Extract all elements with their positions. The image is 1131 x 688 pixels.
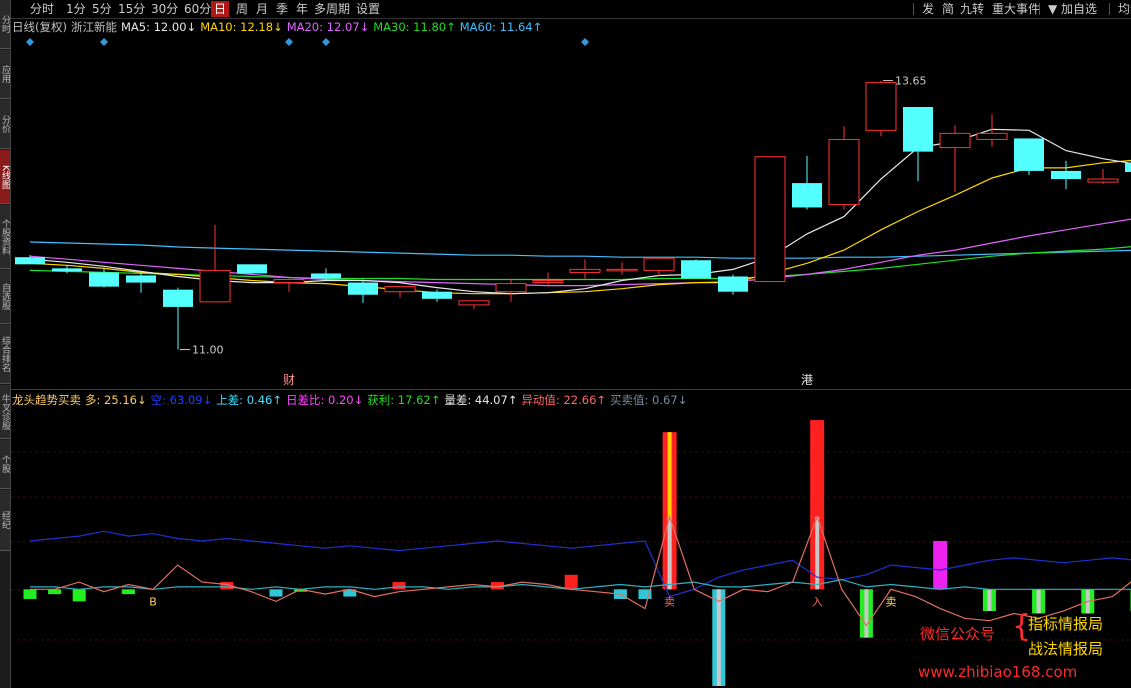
overlay-bar	[987, 589, 992, 612]
yidong-line	[30, 514, 1131, 627]
overlay-bar	[667, 516, 672, 590]
indicator-bar	[392, 582, 406, 590]
overlay-bar	[864, 589, 869, 638]
signal-label: 卖	[886, 595, 897, 608]
watermark-name-2: 战法情报局	[1028, 640, 1104, 658]
watermark-name-1: 指标情报局	[1028, 615, 1104, 633]
shangcha-line	[30, 578, 1131, 590]
signal-label: 卖	[664, 595, 675, 608]
indicator-bar	[269, 589, 283, 597]
indicator-bar	[72, 589, 86, 602]
magenta-bar	[933, 540, 948, 590]
signal-label: 入	[812, 595, 823, 608]
overlay-bar	[716, 589, 721, 686]
indicator-bar	[121, 589, 135, 595]
indicator-bar	[23, 589, 37, 599]
overlay-bar	[1036, 589, 1041, 614]
indicator-bar	[48, 589, 62, 595]
watermark-site: www.zhibiao168.com	[918, 663, 1078, 681]
overlay-bar	[815, 516, 820, 590]
watermark-wechat-label: 微信公众号	[920, 625, 996, 643]
indicator-chart[interactable]: B卖入卖	[0, 0, 1131, 688]
signal-label: B	[149, 595, 157, 608]
indicator-bar	[564, 574, 578, 590]
